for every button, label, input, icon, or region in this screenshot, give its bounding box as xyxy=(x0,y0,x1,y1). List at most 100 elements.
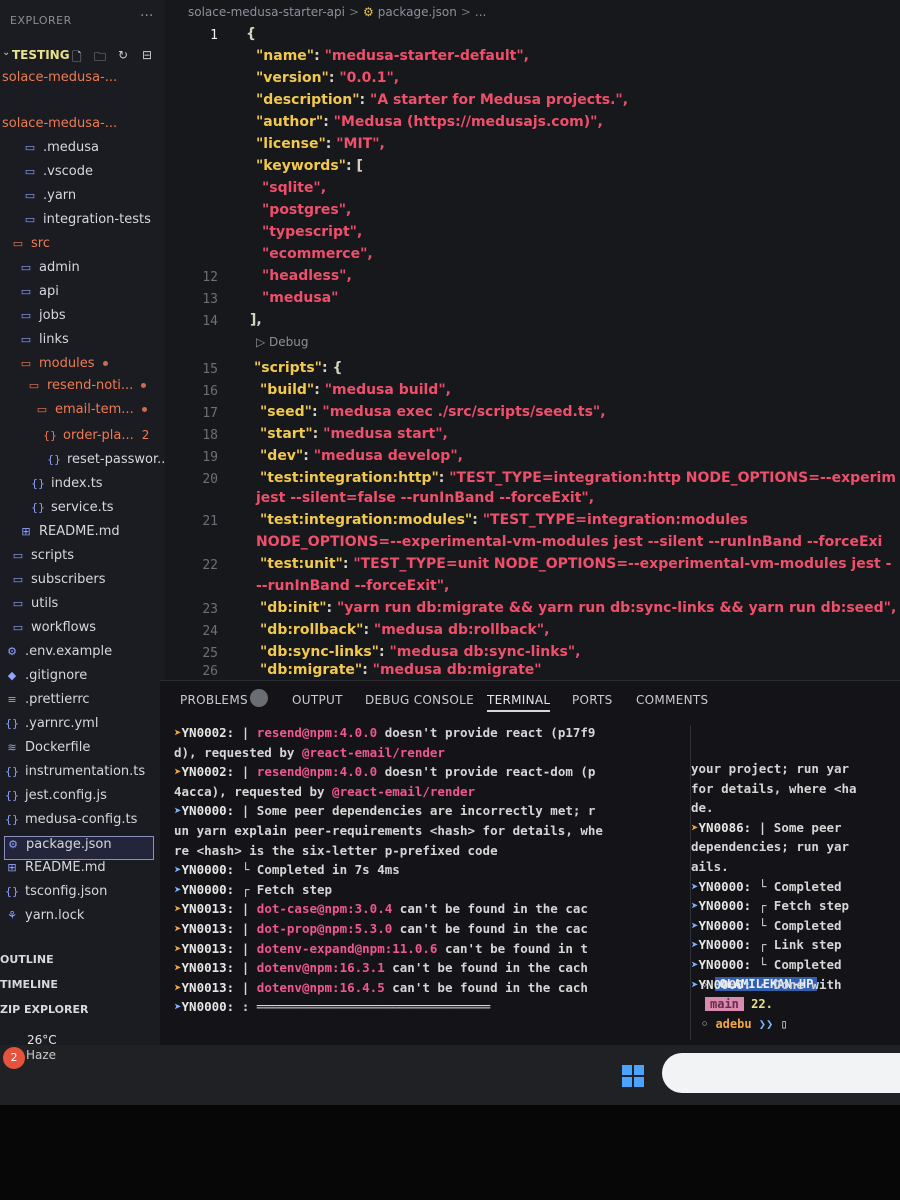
tree-item[interactable]: ≋ Dockerfile xyxy=(4,740,90,762)
tree-item-label: Dockerfile xyxy=(25,740,91,755)
terminal-line: 4acca), requested by @react-email/render xyxy=(174,783,476,799)
outline-section[interactable]: OUTLINE xyxy=(0,953,54,966)
tab-output[interactable]: OUTPUT xyxy=(292,693,343,707)
folder-icon: ▭ xyxy=(36,403,48,416)
breadcrumb-file[interactable]: package.json xyxy=(378,5,457,19)
line-number: 17 xyxy=(202,406,218,421)
tree-item[interactable]: {} index.ts xyxy=(30,476,103,498)
tab-debug-console[interactable]: DEBUG CONSOLE xyxy=(365,693,474,707)
gear-icon: ⚙ xyxy=(7,645,17,658)
tab-comments[interactable]: COMMENTS xyxy=(636,693,708,707)
tree-item[interactable]: ▭ email-tem... xyxy=(34,402,147,424)
code-editor[interactable]: ▷ Debug 1 {"name": "medusa-starter-defaul… xyxy=(190,22,900,682)
terminal-prompt-user: ◦ adebu ❯❯ ▯ xyxy=(701,1017,788,1031)
project-header[interactable]: ⌄ TESTING 🗋 🗀 ↻ ⊟ xyxy=(0,44,165,68)
timeline-section[interactable]: TIMELINE xyxy=(0,978,58,991)
tree-item-label: scripts xyxy=(31,548,74,563)
tree-item[interactable]: ▭ utils xyxy=(10,596,59,618)
docker-icon: ≋ xyxy=(7,741,17,754)
debug-codelens[interactable]: ▷ Debug xyxy=(256,335,309,349)
code-line: "author": "Medusa (https://medusajs.com)… xyxy=(256,114,603,130)
terminal-line: ➤YN0000: · Done with xyxy=(691,976,842,992)
tree-item-label: medusa-config.ts xyxy=(25,812,138,827)
terminal-line: ➤YN0013: | dotenv@npm:16.4.5 can't be fo… xyxy=(174,979,588,995)
tree-item[interactable]: ▭ admin xyxy=(18,260,80,282)
tree-item[interactable]: {} service.ts xyxy=(30,500,114,522)
tree-item[interactable]: ▭ subscribers xyxy=(10,572,106,594)
weather-badge[interactable]: 2 xyxy=(3,1047,25,1069)
breadcrumb-folder[interactable]: solace-medusa-starter-api xyxy=(188,5,345,19)
tree-item[interactable]: {} tsconfig.json xyxy=(4,884,107,906)
bottom-panel: PROBLEMS OUTPUT DEBUG CONSOLE TERMINAL P… xyxy=(160,680,900,1046)
tree-item[interactable]: ⚘ yarn.lock xyxy=(4,908,84,930)
circle-icon: ◦ xyxy=(701,1017,716,1031)
tree-item[interactable]: ▭ .medusa xyxy=(22,140,99,162)
line-number: 23 xyxy=(202,602,218,617)
tree-item[interactable]: ▭ integration-tests xyxy=(22,212,151,234)
tree-item[interactable]: ▭ jobs xyxy=(18,308,66,330)
tree-item[interactable]: ≡ .prettierrc xyxy=(4,692,90,714)
braces-icon: {} xyxy=(5,885,19,898)
tree-item-label: README.md xyxy=(25,860,106,875)
new-file-icon[interactable]: 🗋 xyxy=(72,48,82,69)
tree-item[interactable]: ▭ scripts xyxy=(10,548,74,570)
collapse-icon[interactable]: ⊟ xyxy=(142,48,152,62)
tree-item[interactable]: ▭ .vscode xyxy=(22,164,93,186)
tab-terminal[interactable]: TERMINAL xyxy=(487,693,551,712)
code-line: "test:unit": "TEST_TYPE=unit NODE_OPTION… xyxy=(260,556,892,572)
new-folder-icon[interactable]: 🗀 xyxy=(94,48,106,69)
tree-item[interactable]: solace-medusa-... xyxy=(2,70,117,92)
tree-item[interactable]: ▭ api xyxy=(18,284,59,306)
code-line: "dev": "medusa develop", xyxy=(260,448,463,464)
tree-item[interactable]: ⚙ .env.example xyxy=(4,644,112,666)
tree-item[interactable]: ▭ src xyxy=(10,236,50,258)
tree-item-label: jest.config.js xyxy=(25,788,107,803)
tree-item-label: .gitignore xyxy=(25,668,88,683)
tree-item-label: package.json xyxy=(26,837,112,852)
tree-item[interactable]: {} reset-passwor... xyxy=(46,452,165,474)
tab-ports[interactable]: PORTS xyxy=(572,693,613,707)
breadcrumb-rest[interactable]: ... xyxy=(475,5,486,19)
tree-item-label: subscribers xyxy=(31,572,106,587)
tree-item[interactable]: ⊞ README.md xyxy=(4,860,106,882)
taskbar: 2 26°C Haze xyxy=(0,1033,900,1105)
tree-item[interactable]: ▭ modules xyxy=(18,356,108,378)
tree-item-label: .medusa xyxy=(43,140,100,155)
folder-icon: ▭ xyxy=(24,165,36,178)
tree-item-label: integration-tests xyxy=(43,212,151,227)
windows-start-icon[interactable] xyxy=(622,1065,644,1087)
code-line: "typescript", xyxy=(262,224,363,240)
tree-item[interactable]: {} medusa-config.ts xyxy=(4,812,137,834)
tree-item[interactable]: ▭ .yarn xyxy=(22,188,76,210)
tree-item[interactable]: {} order-pla... 2 xyxy=(42,428,149,450)
tab-problems[interactable]: PROBLEMS xyxy=(180,693,248,707)
tree-item[interactable]: ▭ workflows xyxy=(10,620,96,642)
tree-item-label: .prettierrc xyxy=(25,692,90,707)
tree-item[interactable]: ▭ resend-noti... xyxy=(26,378,147,400)
folder-icon: ▭ xyxy=(20,261,32,274)
tree-item[interactable]: ⚙ package.json xyxy=(4,836,154,860)
folder-icon: ▭ xyxy=(12,597,24,610)
tree-item[interactable]: {} .yarnrc.yml xyxy=(4,716,98,738)
folder-icon: ▭ xyxy=(12,573,24,586)
tree-item[interactable]: ▭ links xyxy=(18,332,69,354)
zip-explorer-section[interactable]: ZIP EXPLORER xyxy=(0,1003,88,1016)
taskbar-search-input[interactable] xyxy=(662,1053,900,1093)
terminal-line: ➤YN0086: | Some peer xyxy=(691,819,842,835)
terminal-left[interactable]: ➤YN0002: | resend@npm:4.0.0 doesn't prov… xyxy=(174,725,679,1040)
refresh-icon[interactable]: ↻ xyxy=(118,48,128,62)
line-number: 24 xyxy=(202,624,218,639)
line-number: 1 xyxy=(210,28,218,43)
terminal-prompt-branch: main 22. xyxy=(705,997,773,1011)
tree-item[interactable]: ⊞ README.md xyxy=(18,524,119,546)
tree-item[interactable]: solace-medusa-... xyxy=(2,116,117,138)
tree-item[interactable]: {} jest.config.js xyxy=(4,788,107,810)
tree-item[interactable]: {} instrumentation.ts xyxy=(4,764,145,786)
terminal-line: ➤YN0013: | dotenv-expand@npm:11.0.6 can'… xyxy=(174,940,588,956)
tree-item[interactable]: ◆ .gitignore xyxy=(4,668,87,690)
code-line: "test:integration:modules": "TEST_TYPE=i… xyxy=(260,512,748,528)
tree-item-label: instrumentation.ts xyxy=(25,764,146,779)
terminal-right[interactable]: ✧ OLAMILEKAN-HP main 22. ◦ adebu ❯❯ ▯ yo… xyxy=(690,725,900,1040)
braces-icon: {} xyxy=(31,477,45,490)
more-actions-icon[interactable]: ··· xyxy=(140,8,153,24)
